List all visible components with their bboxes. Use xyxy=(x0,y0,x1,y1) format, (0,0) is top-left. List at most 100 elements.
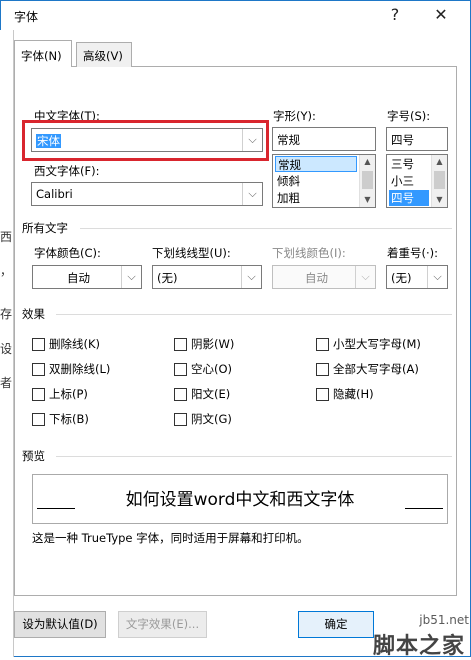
checkbox-box[interactable] xyxy=(316,362,329,376)
checkbox-strikethrough[interactable]: 删除线(K) xyxy=(32,336,100,352)
watermark-brand: 脚本之家 xyxy=(372,634,465,659)
scroll-down-icon[interactable]: ▼ xyxy=(432,193,447,207)
checkbox-box[interactable] xyxy=(316,337,329,351)
style-label: 字形(Y): xyxy=(273,109,316,123)
scrollbar[interactable]: ▲ ▼ xyxy=(431,155,447,207)
size-value: 四号 xyxy=(391,133,414,147)
size-label: 字号(S): xyxy=(387,109,431,123)
checkbox-box[interactable] xyxy=(316,387,329,401)
western-font-label: 西文字体(F): xyxy=(34,164,100,178)
checkbox-label: 下标(B) xyxy=(49,412,89,426)
size-option[interactable]: 小三 xyxy=(389,173,414,189)
chinese-font-value: 宋体 xyxy=(36,134,61,148)
underline-style-label: 下划线线型(U): xyxy=(152,246,231,260)
scrollbar-thumb[interactable] xyxy=(434,171,445,189)
checkbox-box[interactable] xyxy=(174,337,187,351)
western-font-value: Calibri xyxy=(36,187,73,201)
chinese-font-combo[interactable]: 宋体 ⌵ xyxy=(31,128,263,152)
checkbox-superscript[interactable]: 上标(P) xyxy=(32,386,88,402)
font-color-label: 字体颜色(C): xyxy=(34,246,101,260)
checkbox-label: 小型大写字母(M) xyxy=(333,337,421,351)
checkbox-box[interactable] xyxy=(32,412,45,426)
checkbox-outline[interactable]: 空心(O) xyxy=(174,361,232,377)
scrollbar[interactable]: ▲ ▼ xyxy=(359,155,375,207)
chevron-down-icon[interactable]: ⌵ xyxy=(121,266,141,288)
chevron-down-icon[interactable]: ⌵ xyxy=(427,266,447,288)
style-value: 常规 xyxy=(277,133,300,147)
scroll-up-icon[interactable]: ▲ xyxy=(360,155,375,169)
style-option[interactable]: 加粗 xyxy=(275,190,300,206)
all-text-heading: 所有文字 xyxy=(22,221,68,235)
preview-heading: 预览 xyxy=(22,449,45,463)
tab-font[interactable]: 字体(N) xyxy=(14,40,72,67)
preview-box: 如何设置word中文和西文字体 xyxy=(32,474,448,524)
checkbox-all-caps[interactable]: 全部大写字母(A) xyxy=(316,361,419,377)
underline-color-label: 下划线颜色(I): xyxy=(272,246,346,260)
size-listbox[interactable]: 三号 小三 四号 ▲ ▼ xyxy=(386,154,448,208)
checkbox-label: 阳文(E) xyxy=(191,387,231,401)
preview-sample-text: 如何设置word中文和西文字体 xyxy=(125,490,355,510)
preview-note: 这是一种 TrueType 字体，同时适用于屏幕和打印机。 xyxy=(32,531,309,545)
checkbox-box[interactable] xyxy=(32,387,45,401)
checkbox-label: 删除线(K) xyxy=(49,337,101,351)
checkbox-box[interactable] xyxy=(32,337,45,351)
checkbox-label: 上标(P) xyxy=(49,387,88,401)
checkbox-box[interactable] xyxy=(174,362,187,376)
close-icon[interactable]: ✕ xyxy=(427,2,455,28)
style-option[interactable]: 常规 xyxy=(275,156,357,172)
checkbox-hidden[interactable]: 隐藏(H) xyxy=(316,386,374,402)
dialog-title: 字体 xyxy=(14,10,39,24)
checkbox-label: 阴文(G) xyxy=(191,412,232,426)
size-option[interactable]: 四号 xyxy=(389,190,429,206)
style-input[interactable]: 常规 xyxy=(272,127,376,151)
checkbox-box[interactable] xyxy=(32,362,45,376)
emphasis-combo[interactable]: (无) ⌵ xyxy=(386,265,448,289)
emphasis-value: (无) xyxy=(391,271,412,285)
background-text: ， xyxy=(0,264,13,278)
checkbox-engrave[interactable]: 阴文(G) xyxy=(174,411,232,427)
chevron-down-icon[interactable]: ⌵ xyxy=(242,129,262,151)
checkbox-label: 双删除线(L) xyxy=(49,362,111,376)
checkbox-label: 全部大写字母(A) xyxy=(333,362,419,376)
checkbox-shadow[interactable]: 阴影(W) xyxy=(174,336,234,352)
style-option[interactable]: 倾斜 xyxy=(275,173,300,189)
chevron-down-icon[interactable]: ⌵ xyxy=(242,183,262,205)
checkbox-double-strikethrough[interactable]: 双删除线(L) xyxy=(32,361,110,377)
chevron-down-icon: ⌵ xyxy=(355,266,375,288)
help-icon[interactable]: ? xyxy=(381,2,409,28)
checkbox-label: 隐藏(H) xyxy=(333,387,374,401)
checkbox-subscript[interactable]: 下标(B) xyxy=(32,411,89,427)
scrollbar-thumb[interactable] xyxy=(362,171,373,189)
underline-style-value: (无) xyxy=(157,271,178,285)
underline-color-value: 自动 xyxy=(305,271,328,285)
ok-button[interactable]: 确定 xyxy=(298,611,374,638)
scroll-up-icon[interactable]: ▲ xyxy=(432,155,447,169)
western-font-combo[interactable]: Calibri ⌵ xyxy=(31,182,263,206)
scroll-down-icon[interactable]: ▼ xyxy=(360,193,375,207)
size-input[interactable]: 四号 xyxy=(386,127,448,151)
divider xyxy=(56,314,452,315)
background-text: 设 xyxy=(0,342,13,356)
divider xyxy=(56,456,452,457)
size-option[interactable]: 三号 xyxy=(389,156,414,172)
font-color-value: 自动 xyxy=(67,271,90,285)
checkbox-emboss[interactable]: 阳文(E) xyxy=(174,386,230,402)
tab-advanced[interactable]: 高级(V) xyxy=(76,42,132,67)
checkbox-small-caps[interactable]: 小型大写字母(M) xyxy=(316,336,421,352)
background-text: 西 xyxy=(0,230,13,244)
style-listbox[interactable]: 常规 倾斜 加粗 ▲ ▼ xyxy=(272,154,376,208)
checkbox-box[interactable] xyxy=(174,412,187,426)
set-default-button[interactable]: 设为默认值(D) xyxy=(14,611,106,638)
chevron-down-icon[interactable]: ⌵ xyxy=(241,266,261,288)
watermark-site: jb51.net xyxy=(419,613,469,627)
effects-heading: 效果 xyxy=(22,307,45,321)
background-text: 存 xyxy=(0,307,13,321)
underline-color-combo: 自动 ⌵ xyxy=(272,265,376,289)
background-text: 者 xyxy=(0,376,13,390)
checkbox-label: 空心(O) xyxy=(191,362,233,376)
checkbox-box[interactable] xyxy=(174,387,187,401)
underline-style-combo[interactable]: (无) ⌵ xyxy=(152,265,262,289)
font-color-combo[interactable]: 自动 ⌵ xyxy=(32,265,142,289)
emphasis-label: 着重号(·): xyxy=(387,246,439,260)
preview-baseline xyxy=(405,508,443,509)
